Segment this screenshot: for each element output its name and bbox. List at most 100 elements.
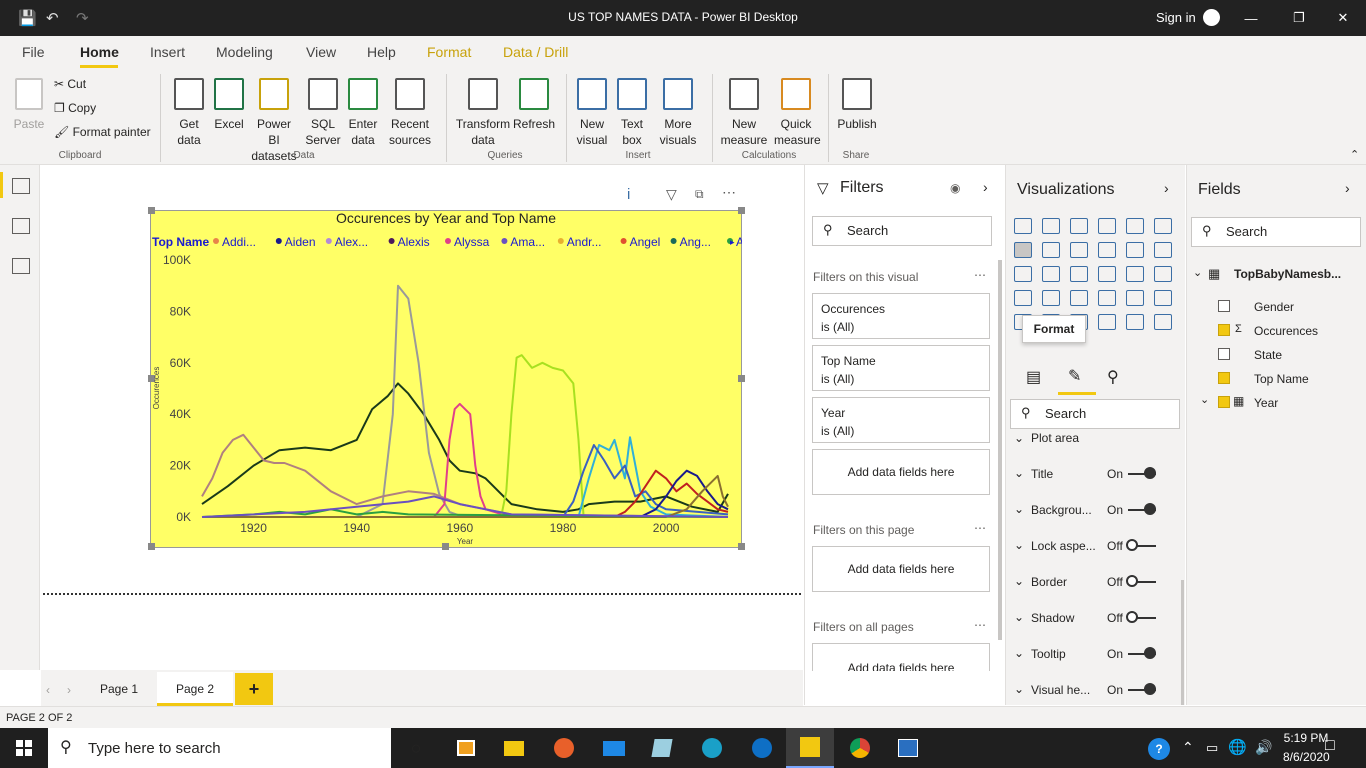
menu-home[interactable]: Home bbox=[80, 44, 119, 60]
text-box-button[interactable]: Text box bbox=[614, 78, 650, 148]
focus-mode-icon[interactable]: ⧉ bbox=[695, 187, 704, 202]
menu-data-drill[interactable]: Data / Drill bbox=[503, 44, 568, 60]
filter-card[interactable]: Top Name is (All) bbox=[812, 345, 990, 391]
visual-type-icon[interactable] bbox=[1154, 242, 1172, 258]
toggle-knob[interactable] bbox=[1144, 467, 1156, 479]
toggle-knob[interactable] bbox=[1126, 611, 1138, 623]
field-item[interactable]: Σ Occurences bbox=[1196, 322, 1356, 342]
enter-data-button[interactable]: Enter data bbox=[345, 78, 381, 148]
filters-scrollbar[interactable] bbox=[998, 260, 1002, 640]
format-row[interactable]: ⌄ Shadow Off bbox=[1010, 608, 1180, 644]
more-options-icon[interactable]: ⋯ bbox=[974, 618, 986, 632]
avatar[interactable] bbox=[1203, 9, 1220, 26]
taskbar-search[interactable]: ⚲ Type here to search bbox=[48, 728, 391, 768]
more-options-icon[interactable]: ⋯ bbox=[974, 268, 986, 282]
field-checkbox[interactable] bbox=[1218, 372, 1230, 384]
task-view-icon[interactable]: ○ bbox=[392, 728, 440, 768]
firefox-icon[interactable] bbox=[540, 728, 588, 768]
table-name[interactable]: TopBabyNamesb... bbox=[1234, 267, 1341, 281]
info-icon[interactable]: i bbox=[627, 186, 630, 203]
visual-type-icon[interactable] bbox=[1098, 242, 1116, 258]
chevron-up-icon[interactable]: ⌃ bbox=[1182, 739, 1194, 756]
report-view-icon[interactable] bbox=[12, 178, 30, 194]
field-checkbox[interactable] bbox=[1218, 348, 1230, 360]
prev-page-icon[interactable]: ‹ bbox=[46, 683, 50, 697]
clock-time[interactable]: 5:19 PM bbox=[1283, 731, 1329, 745]
field-item[interactable]: ⌄ ▦ Year bbox=[1196, 394, 1356, 414]
model-view-icon[interactable] bbox=[12, 258, 30, 274]
visual-type-icon[interactable] bbox=[1042, 266, 1060, 282]
clock-date[interactable]: 8/6/2020 bbox=[1283, 750, 1330, 764]
store-icon[interactable] bbox=[442, 728, 490, 768]
visual-type-icon[interactable] bbox=[1014, 266, 1032, 282]
paste-button[interactable]: Paste bbox=[12, 78, 46, 132]
visual-type-icon[interactable] bbox=[1098, 266, 1116, 282]
page-tab[interactable]: Page 1 bbox=[86, 672, 152, 706]
visual-type-icon[interactable] bbox=[1098, 218, 1116, 234]
field-checkbox[interactable] bbox=[1218, 324, 1230, 336]
format-row[interactable]: ⌄ Title On bbox=[1010, 464, 1180, 500]
filter-card[interactable]: Year is (All) bbox=[812, 397, 990, 443]
new-measure-button[interactable]: New measure bbox=[718, 78, 770, 148]
filters-search[interactable]: Search bbox=[812, 216, 992, 246]
visual-type-icon[interactable] bbox=[1014, 290, 1032, 306]
notifications-icon[interactable]: □ bbox=[1325, 737, 1335, 755]
battery-icon[interactable]: ▭ bbox=[1206, 740, 1218, 756]
get-data-button[interactable]: Get data bbox=[168, 78, 210, 148]
refresh-button[interactable]: Refresh bbox=[512, 78, 556, 132]
visual-type-icon[interactable] bbox=[1098, 290, 1116, 306]
visual-type-icon[interactable] bbox=[1154, 266, 1172, 282]
eye-icon[interactable]: ◉ bbox=[950, 181, 960, 195]
powerbi-taskbar-icon[interactable] bbox=[786, 728, 834, 768]
format-row[interactable]: ⌄ Lock aspe... Off bbox=[1010, 536, 1180, 572]
visual-type-icon[interactable] bbox=[1154, 290, 1172, 306]
toggle-knob[interactable] bbox=[1144, 503, 1156, 515]
chevron-down-icon[interactable]: ⌄ bbox=[1193, 266, 1202, 279]
add-data-fields-drop[interactable]: Add data fields here bbox=[812, 449, 990, 495]
filter-card[interactable]: Occurences is (All) bbox=[812, 293, 990, 339]
field-checkbox[interactable] bbox=[1218, 396, 1230, 408]
new-visual-button[interactable]: New visual bbox=[574, 78, 610, 148]
add-data-fields-drop[interactable]: Add data fields here bbox=[812, 643, 990, 671]
toggle-knob[interactable] bbox=[1144, 647, 1156, 659]
quick-measure-button[interactable]: Quick measure bbox=[774, 78, 821, 148]
sql-server-button[interactable]: SQL Server bbox=[303, 78, 343, 148]
format-row[interactable]: ⌄ Backgrou... On bbox=[1010, 500, 1180, 536]
fields-search[interactable]: Search bbox=[1191, 217, 1361, 247]
visual-type-icon[interactable] bbox=[1126, 242, 1144, 258]
add-page-button[interactable]: + bbox=[235, 673, 273, 705]
visual-type-icon[interactable] bbox=[1126, 218, 1144, 234]
recent-sources-button[interactable]: Recent sources bbox=[383, 78, 437, 148]
viz-scrollbar[interactable] bbox=[1181, 580, 1184, 705]
field-checkbox[interactable] bbox=[1218, 300, 1230, 312]
visual-type-icon[interactable] bbox=[1014, 218, 1032, 234]
transform-data-button[interactable]: Transform data bbox=[454, 78, 512, 148]
field-item[interactable]: Gender bbox=[1196, 298, 1356, 318]
collapse-viz-icon[interactable]: › bbox=[1164, 180, 1169, 196]
next-page-icon[interactable]: › bbox=[67, 683, 71, 697]
add-data-fields-drop[interactable]: Add data fields here bbox=[812, 546, 990, 592]
visual-type-icon[interactable] bbox=[1014, 242, 1032, 258]
plot-area-row[interactable]: ⌄ Plot area bbox=[1010, 431, 1180, 467]
more-visuals-button[interactable]: More visuals bbox=[652, 78, 704, 148]
photos-icon[interactable] bbox=[884, 728, 932, 768]
collapse-fields-icon[interactable]: › bbox=[1345, 180, 1350, 196]
format-row[interactable]: ⌄ Tooltip On bbox=[1010, 644, 1180, 680]
signin-link[interactable]: Sign in bbox=[1156, 10, 1196, 25]
visual-type-icon[interactable] bbox=[1154, 314, 1172, 330]
help-icon[interactable]: ? bbox=[1148, 738, 1170, 760]
visual-type-icon[interactable] bbox=[1154, 218, 1172, 234]
data-view-icon[interactable] bbox=[12, 218, 30, 234]
fields-tab-icon[interactable]: ▤ bbox=[1026, 367, 1041, 387]
field-item[interactable]: Top Name bbox=[1196, 370, 1356, 390]
file-explorer-icon[interactable] bbox=[490, 728, 538, 768]
network-icon[interactable]: 🌐 bbox=[1228, 738, 1247, 756]
visual-type-icon[interactable] bbox=[1070, 242, 1088, 258]
notepad-icon[interactable] bbox=[638, 728, 686, 768]
menu-file[interactable]: File bbox=[22, 44, 45, 60]
visual-type-icon[interactable] bbox=[1126, 290, 1144, 306]
more-options-icon[interactable]: ⋯ bbox=[974, 521, 986, 535]
excel-button[interactable]: Excel bbox=[212, 78, 246, 132]
visual-type-icon[interactable] bbox=[1126, 314, 1144, 330]
visual-type-icon[interactable] bbox=[1070, 218, 1088, 234]
